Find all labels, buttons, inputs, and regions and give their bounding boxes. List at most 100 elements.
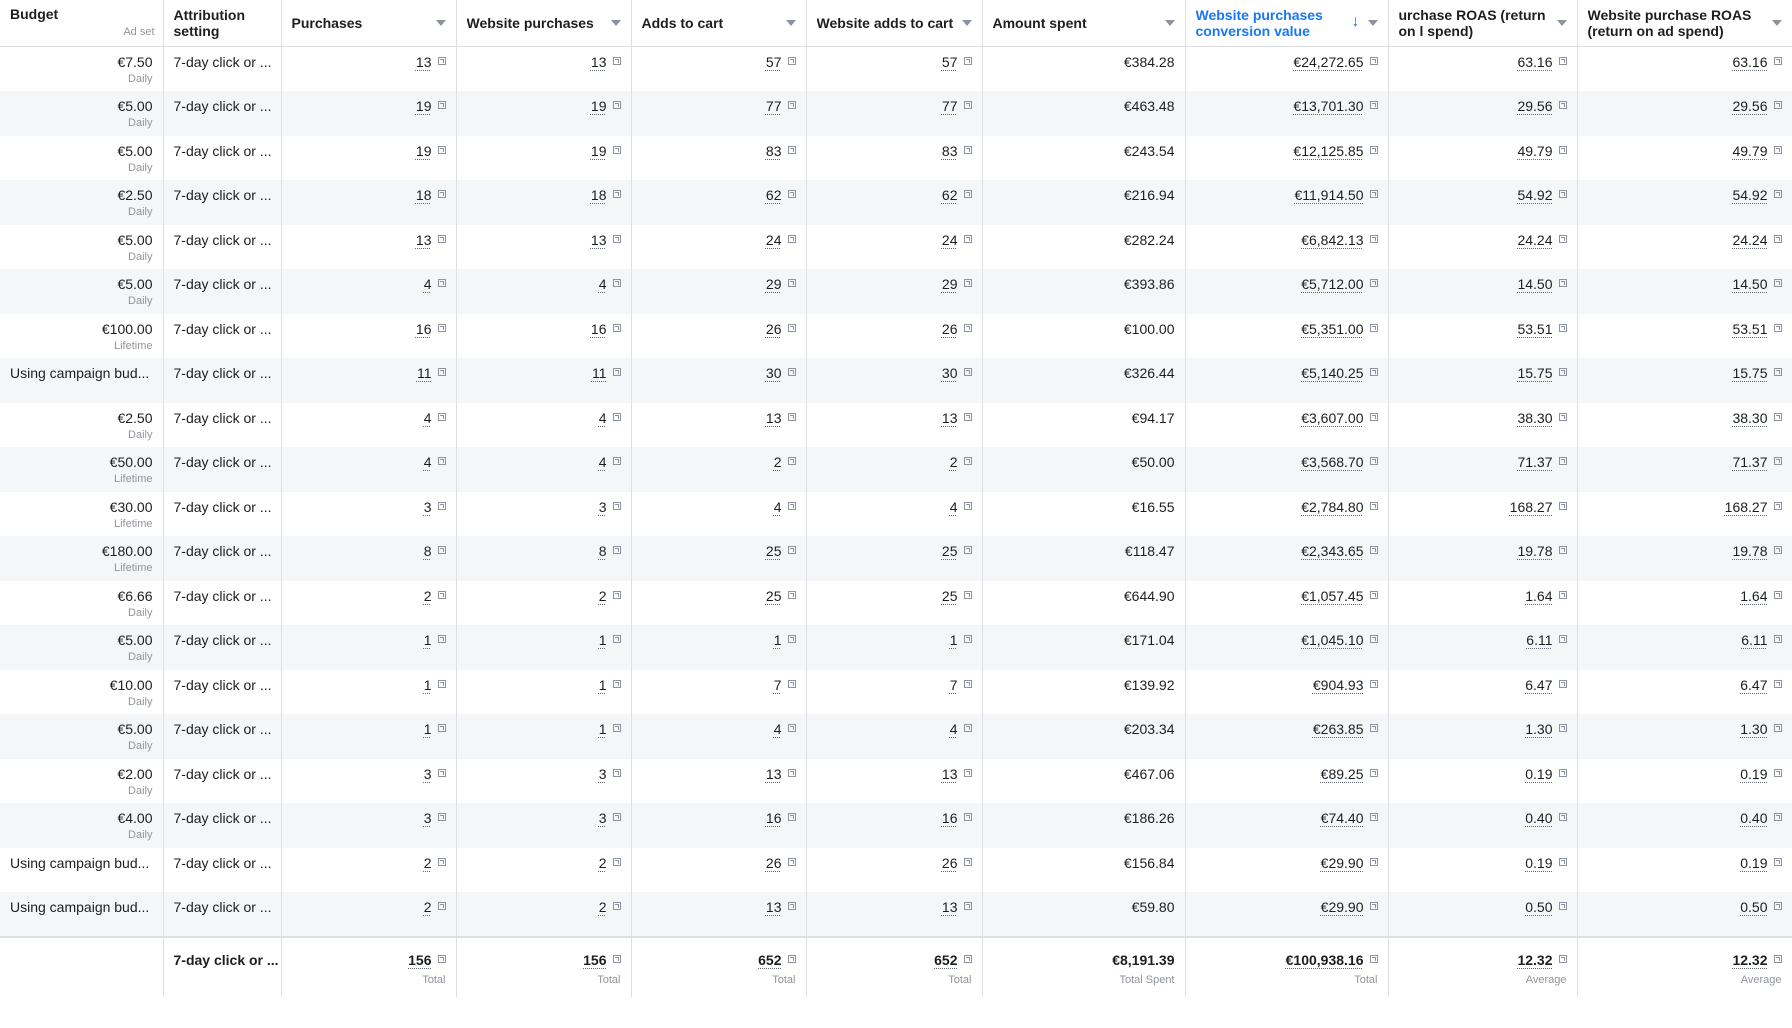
budget-cell[interactable]: €5.00 Daily [0, 625, 164, 670]
comparison-icon[interactable] [963, 724, 972, 732]
comparison-icon[interactable] [437, 457, 446, 465]
comparison-icon[interactable] [1369, 546, 1378, 554]
metric-value[interactable]: 1 [599, 721, 607, 737]
comparison-icon[interactable] [437, 902, 446, 910]
metric-value[interactable]: 0.19 [1740, 766, 1767, 782]
metric-value[interactable]: 6.11 [1526, 632, 1552, 648]
totals-value[interactable]: 12.32 [1517, 952, 1552, 968]
comparison-icon[interactable] [437, 679, 446, 688]
metric-value[interactable]: 14.50 [1732, 276, 1767, 292]
metric-value[interactable]: 13 [416, 232, 432, 248]
metric-value[interactable]: 0.40 [1740, 810, 1767, 826]
table-row[interactable]: €5.00 Daily 7-day click or ... 1 1 4 4 €203.34 €… [0, 714, 1792, 759]
comparison-icon[interactable] [1558, 145, 1567, 154]
metric-value[interactable]: 1 [774, 632, 782, 648]
metric-value[interactable]: 0.19 [1740, 855, 1767, 871]
metric-value[interactable]: €3,568.70 [1301, 454, 1363, 470]
table-row[interactable]: Using campaign bud... 7-day click or ... 2… [0, 847, 1792, 892]
metric-value[interactable]: 1.64 [1740, 588, 1767, 604]
metric-value[interactable]: 1.30 [1525, 721, 1552, 737]
table-row[interactable]: €5.00 Daily 7-day click or ... 19 19 83 83 €243… [0, 135, 1792, 180]
comparison-icon[interactable] [1773, 190, 1782, 198]
comparison-icon[interactable] [963, 368, 972, 376]
comparison-icon[interactable] [1773, 902, 1782, 910]
budget-cell[interactable]: €5.00 Daily [0, 91, 164, 136]
metric-value[interactable]: 2 [774, 454, 782, 470]
metric-value[interactable]: €1,057.45 [1301, 588, 1363, 604]
comparison-icon[interactable] [1369, 679, 1378, 688]
comparison-icon[interactable] [787, 635, 796, 643]
column-header-adds-to-cart[interactable]: Adds to cart [631, 0, 807, 47]
metric-value[interactable]: 13 [942, 410, 958, 426]
metric-value[interactable]: 13 [766, 766, 782, 782]
comparison-icon[interactable] [1773, 813, 1782, 821]
comparison-icon[interactable] [1773, 457, 1782, 465]
totals-value[interactable]: 156 [408, 952, 431, 968]
metric-value[interactable]: 4 [599, 454, 607, 470]
metric-value[interactable]: 16 [766, 810, 782, 826]
metric-value[interactable]: 63.16 [1517, 54, 1552, 70]
budget-cell[interactable]: €180.00 Lifetime [0, 536, 164, 581]
comparison-icon[interactable] [437, 768, 446, 777]
column-header-purchases[interactable]: Purchases [281, 0, 457, 47]
budget-cell[interactable]: €5.00 Daily [0, 714, 164, 759]
table-row[interactable]: €50.00 Lifetime 7-day click or ... 4 4 2 2 €50.… [0, 447, 1792, 492]
comparison-icon[interactable] [1369, 857, 1378, 866]
chevron-down-icon[interactable] [1164, 20, 1175, 26]
comparison-icon[interactable] [1369, 145, 1378, 154]
comparison-icon[interactable] [1773, 234, 1782, 243]
comparison-icon[interactable] [1369, 954, 1378, 963]
comparison-icon[interactable] [1369, 635, 1378, 643]
metric-value[interactable]: 7 [950, 677, 958, 693]
column-header-website-adds-to-cart[interactable]: Website adds to cart [806, 0, 983, 47]
comparison-icon[interactable] [437, 635, 446, 643]
comparison-icon[interactable] [1558, 190, 1567, 198]
metric-value[interactable]: €5,140.25 [1301, 365, 1363, 381]
comparison-icon[interactable] [612, 57, 621, 65]
comparison-icon[interactable] [612, 412, 621, 421]
metric-value[interactable]: 29.56 [1732, 98, 1767, 114]
metric-value[interactable]: 26 [766, 855, 782, 871]
table-row[interactable]: Using campaign bud... 7-day click or ... 1… [0, 358, 1792, 403]
metric-value[interactable]: €24,272.65 [1293, 54, 1363, 70]
table-row[interactable]: €30.00 Lifetime 7-day click or ... 3 3 4 4 €16.… [0, 491, 1792, 536]
comparison-icon[interactable] [787, 412, 796, 421]
comparison-icon[interactable] [437, 145, 446, 154]
metric-value[interactable]: 16 [591, 321, 607, 337]
budget-cell[interactable]: €30.00 Lifetime [0, 491, 164, 536]
comparison-icon[interactable] [963, 145, 972, 154]
metric-value[interactable]: 2 [424, 588, 432, 604]
comparison-icon[interactable] [963, 457, 972, 465]
metric-value[interactable]: 11 [592, 365, 607, 381]
comparison-icon[interactable] [1369, 724, 1378, 732]
metric-value[interactable]: 8 [424, 543, 432, 559]
metric-value[interactable]: 77 [766, 98, 782, 114]
comparison-icon[interactable] [1773, 368, 1782, 376]
table-row[interactable]: €2.50 Daily 7-day click or ... 4 4 13 13 €94.17… [0, 402, 1792, 447]
comparison-icon[interactable] [963, 323, 972, 332]
sort-descending-icon[interactable]: ↓ [1352, 14, 1360, 30]
metric-value[interactable]: 13 [591, 54, 607, 70]
metric-value[interactable]: €11,914.50 [1294, 187, 1363, 203]
comparison-icon[interactable] [1558, 813, 1567, 821]
table-row[interactable]: €7.50 Daily 7-day click or ... 13 13 57 57 €384… [0, 46, 1792, 91]
metric-value[interactable]: 1 [424, 677, 432, 693]
metric-value[interactable]: 25 [942, 543, 958, 559]
metric-value[interactable]: 24.24 [1732, 232, 1767, 248]
table-row[interactable]: €4.00 Daily 7-day click or ... 3 3 16 16 €186.2… [0, 803, 1792, 848]
comparison-icon[interactable] [1558, 279, 1567, 287]
metric-value[interactable]: 4 [424, 276, 432, 292]
budget-cell[interactable]: €2.00 Daily [0, 758, 164, 803]
budget-cell[interactable]: €6.66 Daily [0, 580, 164, 625]
metric-value[interactable]: 1.30 [1740, 721, 1767, 737]
comparison-icon[interactable] [1558, 546, 1567, 554]
metric-value[interactable]: 63.16 [1732, 54, 1767, 70]
metric-value[interactable]: 1 [424, 632, 432, 648]
budget-cell[interactable]: €2.50 Daily [0, 180, 164, 225]
chevron-down-icon[interactable] [1556, 20, 1567, 26]
metric-value[interactable]: 18 [416, 187, 432, 203]
metric-value[interactable]: 1 [424, 721, 432, 737]
budget-cell[interactable]: €7.50 Daily [0, 46, 164, 91]
metric-value[interactable]: 49.79 [1732, 143, 1767, 159]
comparison-icon[interactable] [787, 501, 796, 510]
